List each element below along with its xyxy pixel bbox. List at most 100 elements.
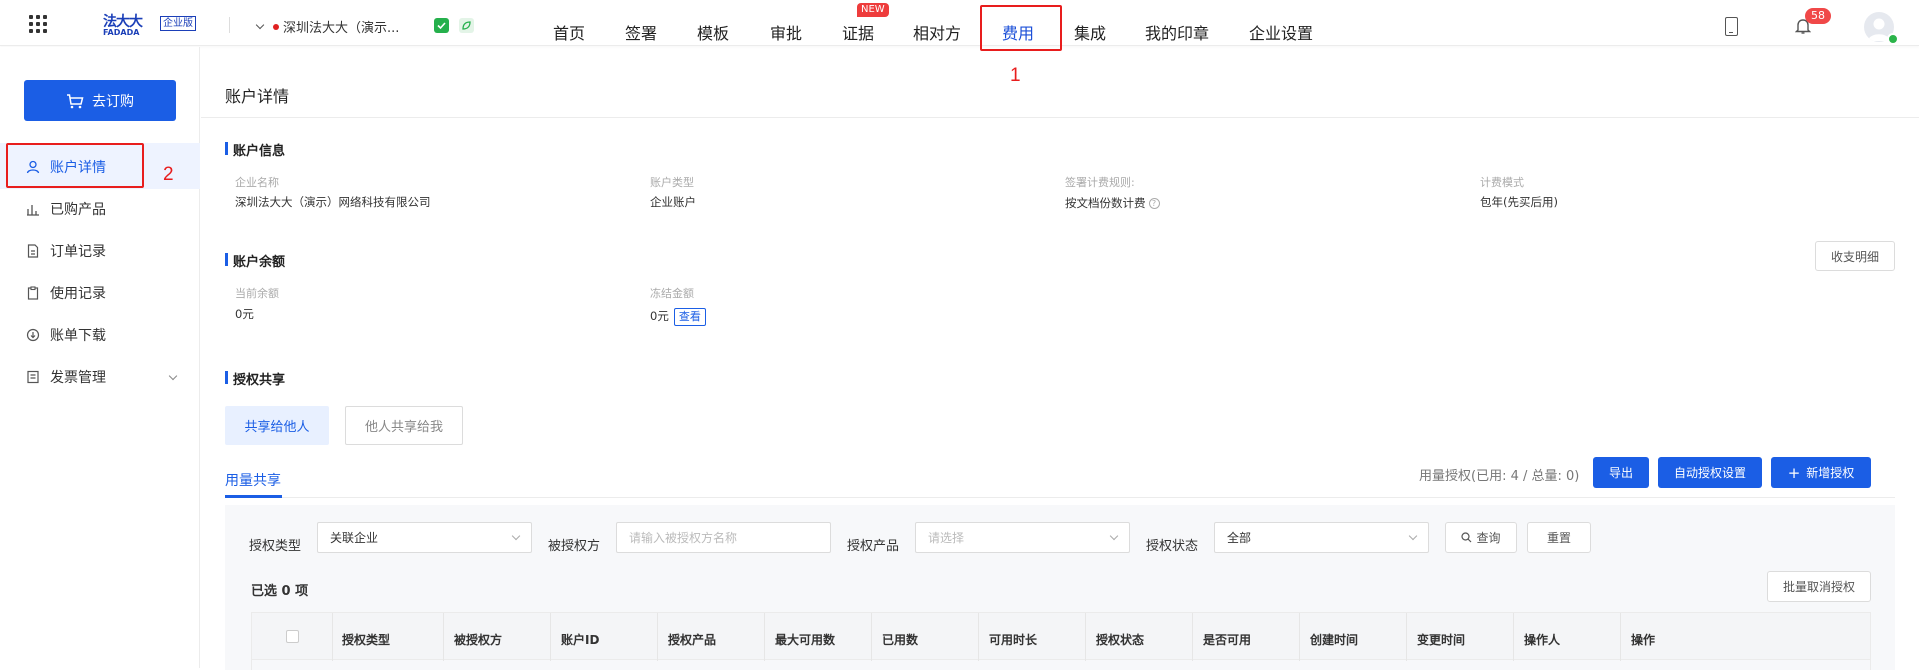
export-button[interactable]: 导出 bbox=[1593, 457, 1649, 488]
tab-share-to-others[interactable]: 共享给他人 bbox=[225, 406, 329, 445]
column-separator bbox=[1620, 613, 1621, 661]
annotation-number-2: 2 bbox=[163, 164, 174, 185]
auth-product-select[interactable]: 请选择 bbox=[915, 522, 1130, 553]
sidebar-item-bill-download[interactable]: 账单下载 bbox=[26, 324, 106, 346]
new-badge: NEW bbox=[857, 3, 889, 17]
section-title-balance: 账户余额 bbox=[225, 251, 285, 270]
tab-shared-to-me[interactable]: 他人共享给我 bbox=[345, 406, 463, 445]
cart-icon bbox=[67, 93, 84, 108]
column-separator bbox=[871, 613, 872, 661]
app-grid-icon[interactable] bbox=[29, 15, 47, 33]
leaf-icon bbox=[459, 18, 474, 33]
column-separator bbox=[764, 613, 765, 661]
frozen-amount-text: 0元 bbox=[650, 309, 669, 323]
filter-label-auth-type: 授权类型 bbox=[249, 539, 302, 554]
sub-tabs-divider bbox=[225, 497, 1895, 498]
chevron-down-icon bbox=[255, 20, 265, 30]
selected-count-text: 已选 0 项 bbox=[251, 584, 309, 599]
usage-quota-text: 用量授权(已用: 4 / 总量: 0) bbox=[1419, 469, 1580, 484]
add-authorization-button[interactable]: + 新增授权 bbox=[1771, 457, 1871, 488]
nav-fees[interactable]: 费用 bbox=[1002, 20, 1034, 44]
sidebar-item-order-records[interactable]: 订单记录 bbox=[26, 240, 106, 262]
status-dot bbox=[273, 23, 279, 30]
column-separator bbox=[1085, 613, 1086, 661]
column-header: 创建时间 bbox=[1310, 633, 1359, 647]
filter-label-grantee: 被授权方 bbox=[548, 539, 601, 554]
field-label-account-type: 账户类型 bbox=[650, 176, 694, 189]
field-value-current-balance: 0元 bbox=[235, 307, 254, 321]
column-separator bbox=[1299, 613, 1300, 661]
query-button[interactable]: 查询 bbox=[1445, 522, 1517, 553]
column-separator bbox=[550, 613, 551, 661]
nav-enterprise-settings[interactable]: 企业设置 bbox=[1249, 20, 1313, 44]
select-all-checkbox[interactable] bbox=[286, 630, 299, 643]
column-header: 授权类型 bbox=[342, 633, 391, 647]
plus-icon: + bbox=[1787, 463, 1801, 482]
sidebar-item-purchased-products[interactable]: 已购产品 bbox=[26, 198, 106, 220]
column-header: 已用数 bbox=[882, 633, 919, 647]
filter-label-auth-product: 授权产品 bbox=[847, 539, 900, 554]
help-icon[interactable]: ? bbox=[1148, 198, 1160, 209]
grantee-placeholder: 请输入被授权方名称 bbox=[629, 531, 738, 545]
verified-shield-icon bbox=[434, 18, 449, 33]
buy-button[interactable]: 去订购 bbox=[24, 80, 176, 121]
tab-usage-share[interactable]: 用量共享 bbox=[225, 470, 281, 490]
nav-approval[interactable]: 审批 bbox=[770, 20, 802, 44]
batch-cancel-authorization-button[interactable]: 批量取消授权 bbox=[1767, 571, 1871, 602]
column-header: 变更时间 bbox=[1417, 633, 1466, 647]
sidebar: 去订购 账户详情 已购产品 订单记录 使用记录 账单下载 发票管理 bbox=[0, 47, 200, 668]
sidebar-item-usage-records[interactable]: 使用记录 bbox=[26, 282, 106, 304]
clipboard-icon bbox=[26, 286, 40, 300]
nav-counterparty[interactable]: 相对方 bbox=[913, 20, 961, 44]
field-value-billing-mode: 包年(先买后用) bbox=[1480, 195, 1558, 209]
nav-home[interactable]: 首页 bbox=[553, 20, 585, 44]
auth-status-value: 全部 bbox=[1227, 531, 1252, 545]
title-divider bbox=[201, 117, 1919, 118]
enterprise-edition-badge: 企业版 bbox=[160, 16, 196, 31]
sidebar-item-label: 已购产品 bbox=[50, 202, 106, 218]
company-selector[interactable]: 深圳法大大（演示... bbox=[255, 17, 400, 36]
nav-my-seals[interactable]: 我的印章 bbox=[1145, 20, 1209, 44]
nav-template[interactable]: 模板 bbox=[697, 20, 729, 44]
nav-evidence[interactable]: 证据 bbox=[842, 20, 874, 44]
download-icon bbox=[26, 328, 40, 342]
mobile-phone-icon[interactable] bbox=[1725, 17, 1738, 36]
active-tab-underline bbox=[225, 495, 282, 498]
auth-status-select[interactable]: 全部 bbox=[1214, 522, 1429, 553]
column-header: 被授权方 bbox=[454, 633, 503, 647]
auto-authorization-settings-button[interactable]: 自动授权设置 bbox=[1658, 457, 1762, 488]
grantee-search-input[interactable]: 请输入被授权方名称 bbox=[616, 522, 831, 553]
view-frozen-link[interactable]: 查看 bbox=[673, 308, 706, 326]
buy-button-label: 去订购 bbox=[92, 93, 134, 110]
nav-integration[interactable]: 集成 bbox=[1074, 20, 1106, 44]
sidebar-item-account-detail[interactable]: 账户详情 bbox=[26, 156, 106, 178]
table-body bbox=[251, 660, 1871, 670]
chevron-down-icon bbox=[511, 531, 521, 541]
add-authorization-label: 新增授权 bbox=[1806, 466, 1855, 480]
auth-type-select[interactable]: 关联企业 bbox=[317, 522, 532, 553]
column-header: 是否可用 bbox=[1203, 633, 1252, 647]
field-value-account-type: 企业账户 bbox=[650, 195, 696, 209]
income-expense-detail-button[interactable]: 收支明细 bbox=[1815, 241, 1895, 271]
page-title: 账户详情 bbox=[225, 87, 290, 106]
sidebar-item-invoice-management[interactable]: 发票管理 bbox=[26, 366, 106, 388]
field-value-frozen-amount: 0元 查看 bbox=[650, 308, 706, 326]
company-name: 深圳法大大（演示... bbox=[283, 21, 400, 36]
column-header: 可用时长 bbox=[989, 633, 1038, 647]
field-label-frozen-amount: 冻结金额 bbox=[650, 287, 694, 300]
column-separator bbox=[657, 613, 658, 661]
filter-label-auth-status: 授权状态 bbox=[1146, 539, 1199, 554]
field-value-billing-rule: 按文档份数计费? bbox=[1065, 195, 1160, 211]
column-separator bbox=[332, 613, 333, 661]
reset-button[interactable]: 重置 bbox=[1527, 522, 1591, 553]
field-value-company-name: 深圳法大大（演示）网络科技有限公司 bbox=[235, 195, 431, 209]
invoice-icon bbox=[26, 370, 40, 384]
table-header: 授权类型 被授权方 账户ID 授权产品 最大可用数 已用数 可用时长 授权状态 … bbox=[251, 612, 1871, 661]
nav-sign[interactable]: 签署 bbox=[625, 20, 657, 44]
sidebar-item-label: 账户详情 bbox=[50, 160, 106, 176]
field-label-company-name: 企业名称 bbox=[235, 176, 279, 189]
header-divider bbox=[229, 17, 230, 33]
column-header: 账户ID bbox=[561, 633, 600, 647]
chevron-down-icon bbox=[168, 371, 178, 381]
auth-product-placeholder: 请选择 bbox=[928, 531, 965, 545]
